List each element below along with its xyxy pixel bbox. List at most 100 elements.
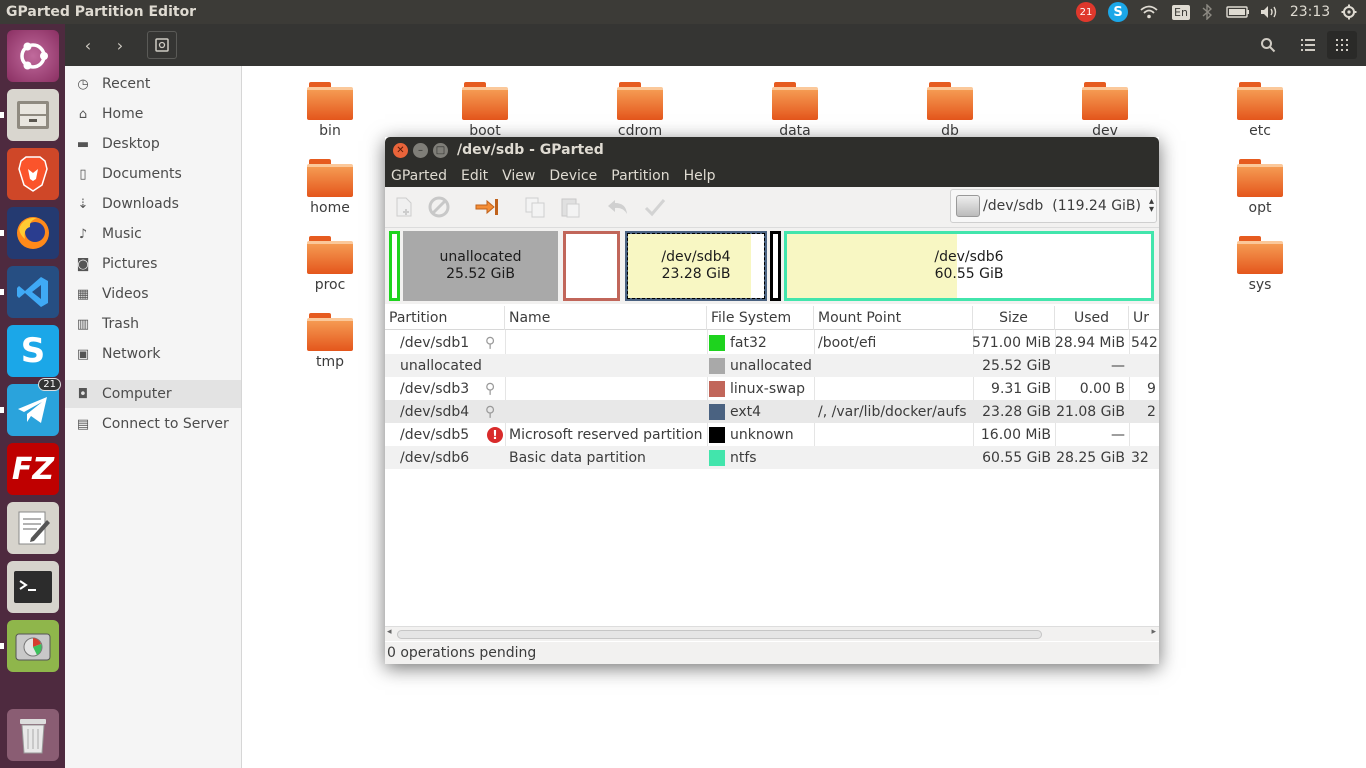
copy-icon xyxy=(525,197,545,218)
table-row[interactable]: /dev/sdb5 ! Microsoft reserved partition… xyxy=(385,423,1159,446)
name-cell: Basic data partition xyxy=(509,449,646,466)
home-icon: ⌂ xyxy=(78,106,88,122)
resize-move-button[interactable] xyxy=(474,195,500,219)
menu-partition[interactable]: Partition xyxy=(611,168,669,184)
folder-item[interactable]: sys xyxy=(1215,236,1305,300)
partition-table: Partition Name File System Mount Point S… xyxy=(385,306,1159,626)
scroll-left-arrow-icon[interactable]: ◂ xyxy=(387,627,392,637)
skype-indicator[interactable]: S xyxy=(1107,0,1129,24)
scrollbar-thumb[interactable] xyxy=(397,630,1042,639)
skype-icon[interactable]: S xyxy=(7,325,59,377)
brave-browser-icon[interactable] xyxy=(7,148,59,200)
keyboard-layout-indicator[interactable]: En xyxy=(1170,0,1192,24)
unused-cell xyxy=(1129,354,1159,377)
menu-device[interactable]: Device xyxy=(549,168,597,184)
minimize-window-button[interactable]: – xyxy=(413,143,428,158)
file-manager-icon[interactable] xyxy=(7,89,59,141)
folder-item[interactable]: home xyxy=(285,159,375,223)
clock[interactable]: 23:13 xyxy=(1288,0,1332,24)
folder-item[interactable]: proc xyxy=(285,236,375,300)
sidebar-item-videos[interactable]: ▦ Videos xyxy=(65,280,241,308)
sidebar-item-trash[interactable]: ▥ Trash xyxy=(65,310,241,338)
copy-button[interactable] xyxy=(522,195,548,219)
forward-button[interactable]: › xyxy=(105,31,135,59)
close-window-button[interactable]: ✕ xyxy=(393,143,408,158)
sidebar-item-pictures[interactable]: ◙ Pictures xyxy=(65,250,241,278)
table-row[interactable]: /dev/sdb3 ⚲ linux-swap 9.31 GiB 0.00 B 9 xyxy=(385,377,1159,400)
partition-block-sdb1[interactable] xyxy=(389,231,400,301)
back-button[interactable]: ‹ xyxy=(73,31,103,59)
delete-partition-button[interactable] xyxy=(426,195,452,219)
sidebar-item-desktop[interactable]: ▬ Desktop xyxy=(65,130,241,158)
menu-help[interactable]: Help xyxy=(684,168,716,184)
menu-edit[interactable]: Edit xyxy=(461,168,488,184)
sidebar-item-computer[interactable]: ◘ Computer xyxy=(65,380,241,408)
telegram-icon[interactable]: 21 xyxy=(7,378,61,436)
table-row[interactable]: /dev/sdb1 ⚲ fat32 /boot/efi 571.00 MiB 2… xyxy=(385,331,1159,354)
sidebar-item-music[interactable]: ♪ Music xyxy=(65,220,241,248)
new-partition-button[interactable] xyxy=(391,195,417,219)
volume-icon[interactable] xyxy=(1258,0,1282,24)
column-header-used[interactable]: Used xyxy=(1055,306,1129,330)
sidebar-item-home[interactable]: ⌂ Home xyxy=(65,100,241,128)
column-header-size[interactable]: Size xyxy=(973,306,1055,330)
sidebar-item-documents[interactable]: ▯ Documents xyxy=(65,160,241,188)
maximize-window-button[interactable]: □ xyxy=(433,143,448,158)
window-title: /dev/sdb - GParted xyxy=(457,142,604,158)
device-selector[interactable]: /dev/sdb (119.24 GiB) ▴ ▾ xyxy=(950,189,1157,223)
folder-icon xyxy=(1237,82,1283,120)
window-titlebar[interactable]: ✕ – □ /dev/sdb - GParted xyxy=(385,137,1159,164)
search-button[interactable] xyxy=(1253,31,1283,59)
partition-block-sdb4[interactable]: /dev/sdb4 23.28 GiB xyxy=(625,231,767,301)
folder-item[interactable]: tmp xyxy=(285,313,375,377)
ubuntu-dash-icon[interactable] xyxy=(7,30,59,82)
notification-indicator[interactable]: 21 xyxy=(1075,0,1097,24)
table-row[interactable]: /dev/sdb4 ⚲ ext4 /, /var/lib/docker/aufs… xyxy=(385,400,1159,423)
scroll-right-arrow-icon[interactable]: ▸ xyxy=(1151,627,1156,637)
undo-button[interactable] xyxy=(605,195,631,219)
folder-label: tmp xyxy=(315,354,344,370)
partition-block-unallocated[interactable]: unallocated 25.52 GiB xyxy=(403,231,558,301)
partition-cell: /dev/sdb6 xyxy=(400,449,470,466)
column-header-mount-point[interactable]: Mount Point xyxy=(814,306,973,330)
wifi-icon[interactable] xyxy=(1138,0,1160,24)
folder-item[interactable]: opt xyxy=(1215,159,1305,223)
sidebar-item-connect-to-server[interactable]: ▤ Connect to Server xyxy=(65,410,241,438)
sidebar-item-network[interactable]: ▣ Network xyxy=(65,340,241,368)
paste-button[interactable] xyxy=(557,195,583,219)
trash-icon[interactable] xyxy=(7,709,59,761)
list-view-button[interactable] xyxy=(1293,31,1323,59)
horizontal-scrollbar[interactable]: ◂ ▸ xyxy=(385,626,1159,641)
gparted-icon[interactable] xyxy=(7,620,59,672)
text-editor-icon[interactable] xyxy=(7,502,59,554)
terminal-icon[interactable] xyxy=(7,561,59,613)
column-header-unused[interactable]: Ur xyxy=(1129,306,1159,330)
used-cell: 28.25 GiB xyxy=(1056,449,1125,466)
computer-path-button[interactable] xyxy=(147,31,177,59)
apply-button[interactable] xyxy=(642,195,668,219)
column-header-name[interactable]: Name xyxy=(505,306,707,330)
column-header-partition[interactable]: Partition xyxy=(385,306,505,330)
table-row[interactable]: unallocated unallocated 25.52 GiB — xyxy=(385,354,1159,377)
firefox-icon[interactable] xyxy=(7,207,59,259)
menu-gparted[interactable]: GParted xyxy=(391,168,447,184)
sidebar-item-downloads[interactable]: ⇣ Downloads xyxy=(65,190,241,218)
table-row[interactable]: /dev/sdb6 Basic data partition ntfs 60.5… xyxy=(385,446,1159,469)
battery-icon[interactable] xyxy=(1224,0,1252,24)
updown-arrow-icon: ▴ ▾ xyxy=(1149,196,1155,215)
partition-block-sdb3[interactable] xyxy=(563,231,620,301)
bluetooth-icon[interactable] xyxy=(1198,0,1216,24)
grid-view-button[interactable] xyxy=(1327,31,1357,59)
new-document-icon xyxy=(396,197,412,217)
power-gear-icon[interactable] xyxy=(1338,0,1360,24)
partition-block-sdb5[interactable] xyxy=(770,231,781,301)
partition-block-sdb6[interactable]: /dev/sdb6 60.55 GiB xyxy=(784,231,1154,301)
folder-item[interactable]: etc xyxy=(1215,82,1305,146)
filezilla-icon[interactable]: FZ xyxy=(7,443,59,495)
folder-icon xyxy=(307,313,353,351)
column-header-file-system[interactable]: File System xyxy=(707,306,814,330)
sidebar-item-recent[interactable]: ◷ Recent xyxy=(65,70,241,98)
menu-view[interactable]: View xyxy=(502,168,535,184)
folder-item[interactable]: bin xyxy=(285,82,375,146)
vscode-icon[interactable] xyxy=(7,266,59,318)
